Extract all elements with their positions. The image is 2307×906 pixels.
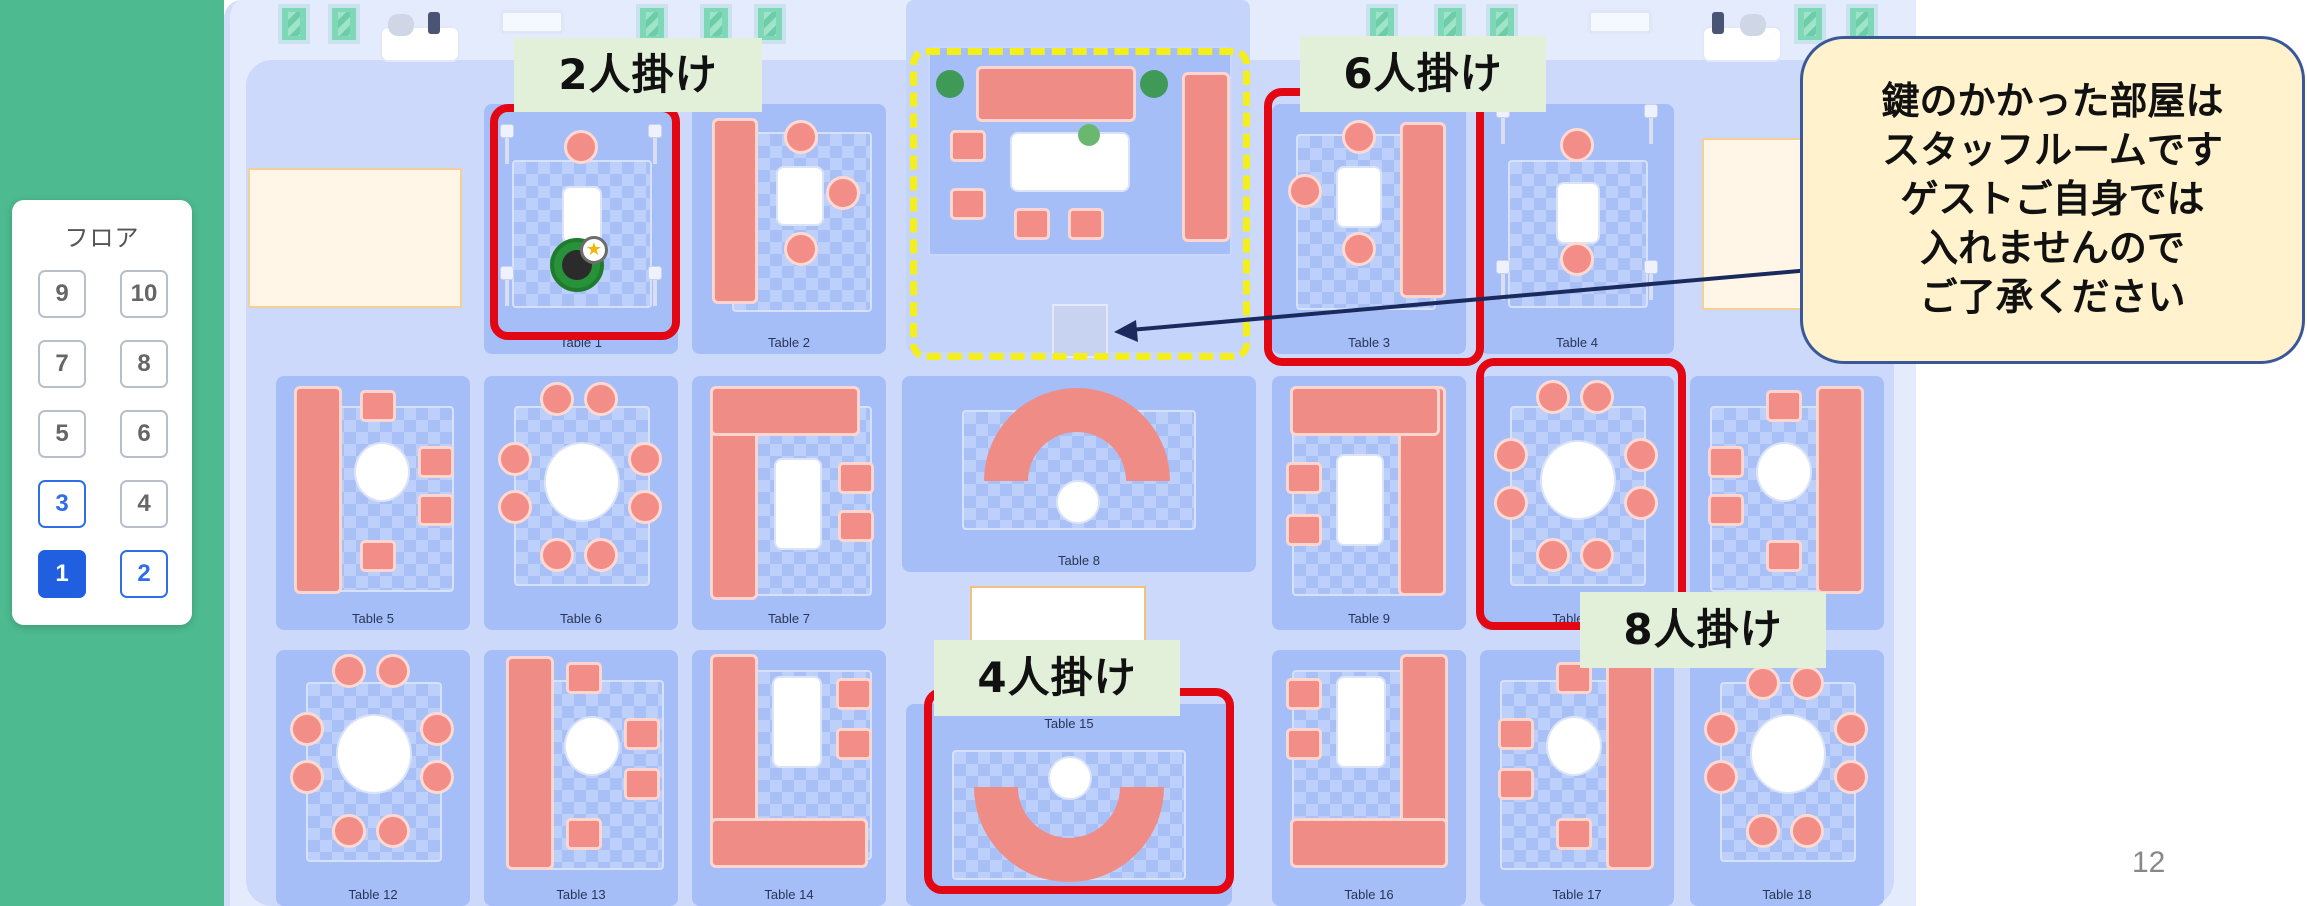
- slide: Table 1 ★ Table 2 Table 3 Table 4 Table …: [0, 0, 2307, 906]
- page-number: 12: [2132, 846, 2166, 879]
- staff-room-callout: 鍵のかかった部屋は スタッフルームです ゲストご自身では 入れませんので ご了承…: [1800, 36, 2305, 364]
- callout-line: スタッフルームです: [1882, 128, 2223, 172]
- arrow-head: [1114, 320, 1138, 342]
- callout-line: ゲストご自身では: [1900, 177, 2205, 221]
- callout-text: 鍵のかかった部屋は スタッフルームです ゲストご自身では 入れませんので ご了承…: [1803, 77, 2302, 322]
- arrow-line: [1129, 268, 1811, 332]
- callout-line: 鍵のかかった部屋は: [1881, 79, 2224, 123]
- callout-line: ご了承ください: [1919, 275, 2186, 319]
- callout-line: 入れませんので: [1920, 226, 2185, 270]
